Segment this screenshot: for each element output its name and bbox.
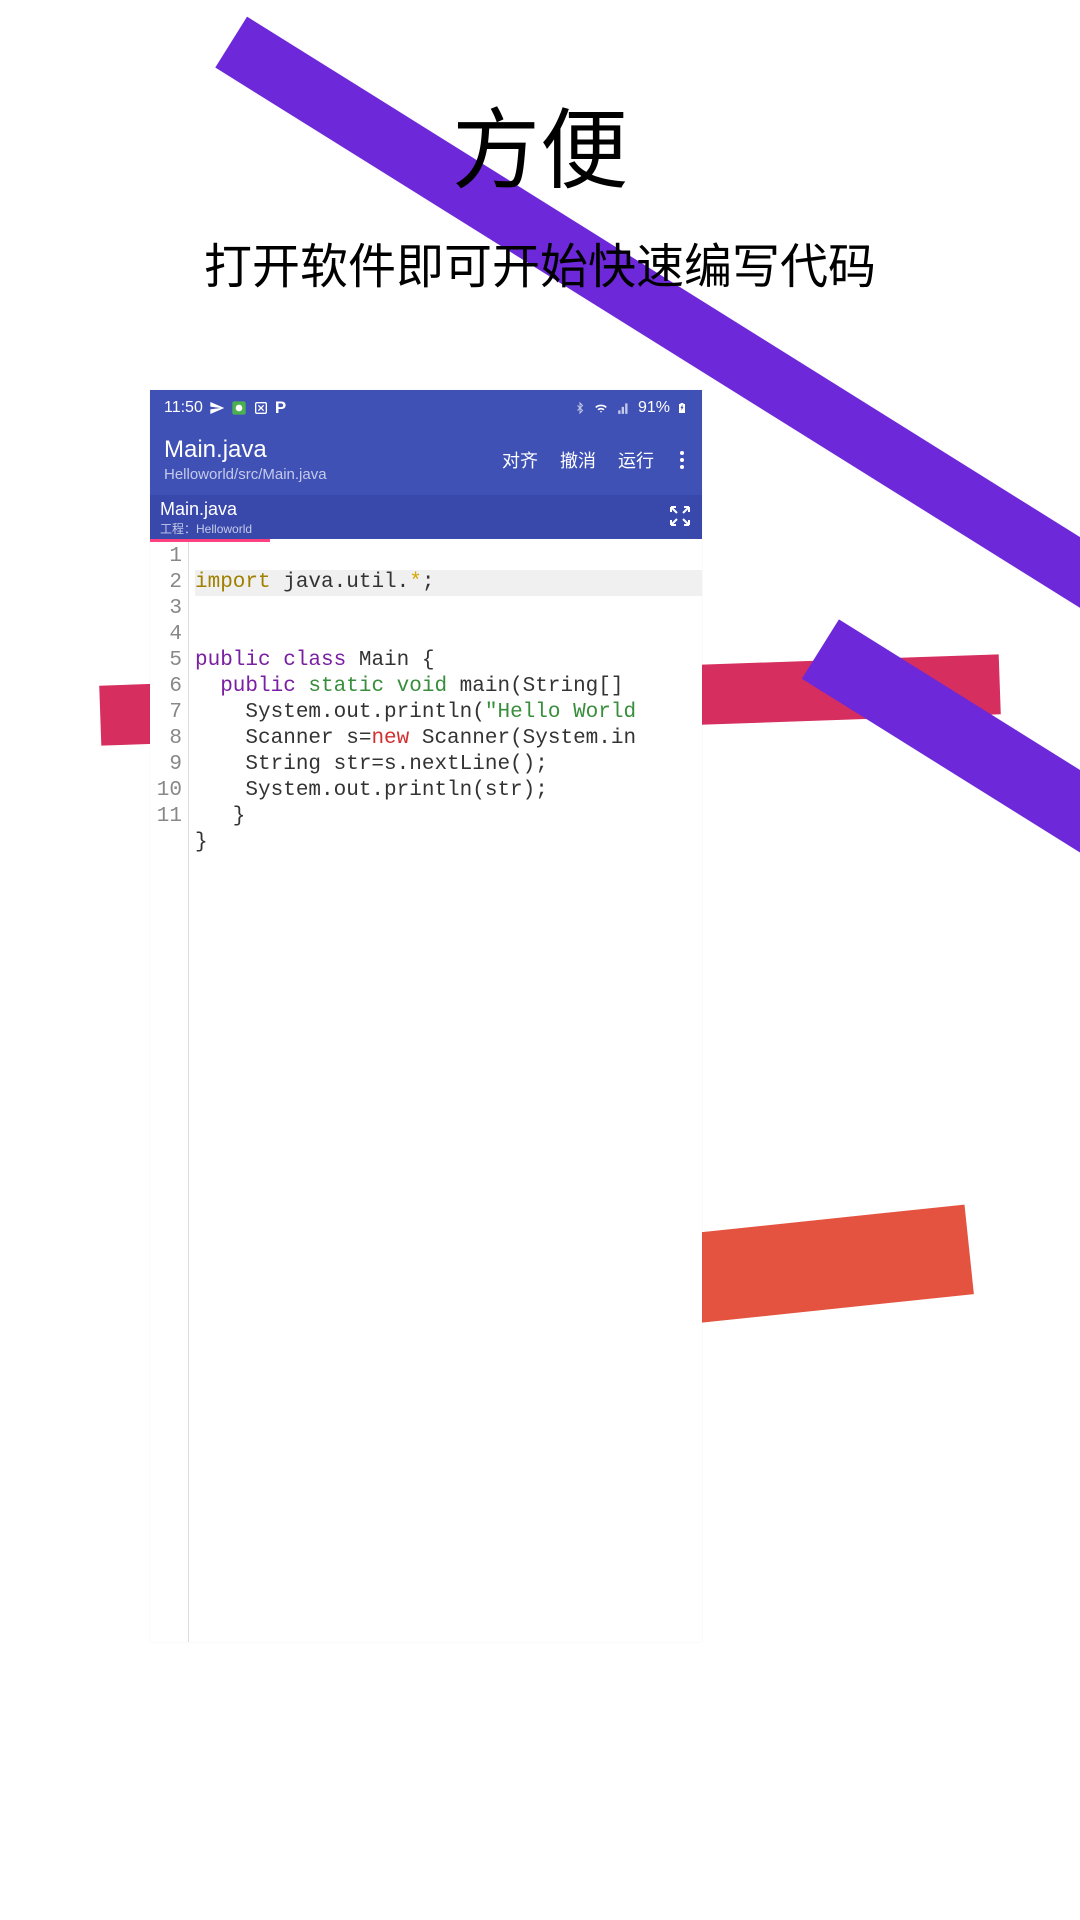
line-number: 6 (154, 674, 182, 700)
status-time: 11:50 (164, 399, 203, 417)
p-icon: P (275, 398, 286, 418)
code-token: import (195, 571, 271, 594)
undo-button[interactable]: 撤消 (560, 447, 596, 473)
line-number: 9 (154, 752, 182, 778)
more-menu-icon[interactable] (676, 451, 688, 469)
line-number: 8 (154, 726, 182, 752)
promo-subtitle: 打开软件即可开始快速编写代码 (0, 227, 1080, 297)
phone-screenshot: 11:50 P 91% (150, 390, 702, 1642)
expand-icon[interactable] (668, 504, 692, 533)
telegram-icon (209, 400, 225, 416)
line-number: 11 (154, 804, 182, 830)
file-title: Main.java (164, 436, 502, 464)
line-number: 1 (154, 544, 182, 570)
decorative-stripe-orange (666, 1205, 974, 1326)
line-number: 10 (154, 778, 182, 804)
code-editor[interactable]: 1 2 3 4 5 6 7 8 9 10 11 import java.util… (150, 542, 702, 1642)
line-number: 4 (154, 622, 182, 648)
line-number: 5 (154, 648, 182, 674)
status-bar: 11:50 P 91% (150, 390, 702, 426)
tab-project: 工程：Helloworld (160, 520, 252, 537)
file-path: Helloworld/src/Main.java (164, 466, 502, 483)
promo-header: 方便 打开软件即可开始快速编写代码 (0, 0, 1080, 297)
active-tab[interactable]: Main.java 工程：Helloworld (160, 499, 252, 537)
code-content[interactable]: import java.util.*; public class Main { … (189, 542, 702, 1642)
bluetooth-icon (574, 400, 586, 416)
line-gutter: 1 2 3 4 5 6 7 8 9 10 11 (150, 542, 189, 1642)
line-number: 7 (154, 700, 182, 726)
notification-icon (253, 400, 269, 416)
tab-filename: Main.java (160, 499, 252, 520)
run-button[interactable]: 运行 (618, 447, 654, 473)
battery-icon (676, 399, 688, 417)
promo-title: 方便 (0, 80, 1080, 207)
signal-icon (616, 401, 632, 415)
wifi-icon (592, 401, 610, 415)
tab-bar: Main.java 工程：Helloworld (150, 495, 702, 539)
align-button[interactable]: 对齐 (502, 447, 538, 473)
battery-percent: 91% (638, 399, 670, 417)
line-number: 2 (154, 570, 182, 596)
app-icon (231, 400, 247, 416)
line-number: 3 (154, 596, 182, 622)
app-bar: Main.java Helloworld/src/Main.java 对齐 撤消… (150, 426, 702, 495)
